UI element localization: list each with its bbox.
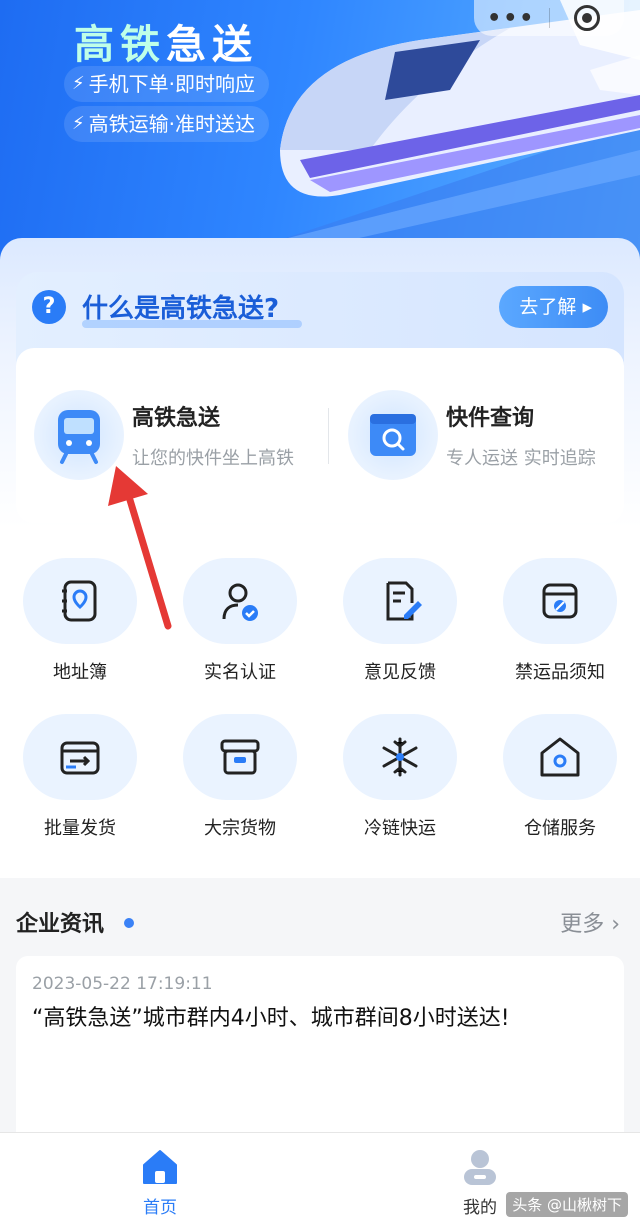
grid-label: 仓储服务 [524, 818, 596, 839]
batch-ship-icon [23, 714, 137, 800]
close-circle-icon [573, 5, 600, 31]
news-text: “高铁急送”城市群内4小时、城市群间8小时送达! [32, 1006, 510, 1031]
news-title: 企业资讯 [16, 912, 105, 937]
grid-item-warehouse[interactable]: 仓储服务 [495, 714, 625, 854]
news-time: 2023-05-22 17:19:11 [32, 974, 213, 994]
news-header: 企业资讯 更多 › [0, 880, 640, 950]
service-high-speed-rail-express[interactable]: 高铁急送 让您的快件坐上高铁 [16, 348, 316, 523]
hero-banner: 高铁急送 ⚡ 手机下单·即时响应 ⚡ 高铁运输·准时送达 ••• [0, 0, 640, 260]
grid-label: 冷链快运 [364, 818, 436, 839]
address-book-icon [23, 558, 137, 644]
grid-label: 批量发货 [44, 818, 116, 839]
home-icon [143, 1150, 177, 1184]
what-is-title: 什么是高铁急送? [82, 294, 280, 324]
package-search-icon [348, 390, 438, 480]
grid-label: 意见反馈 [364, 662, 436, 683]
train-icon [34, 390, 124, 480]
news-item[interactable]: 2023-05-22 17:19:11 “高铁急送”城市群内4小时、城市群间8小… [16, 956, 624, 1146]
grid-label: 实名认证 [204, 662, 276, 683]
learn-more-button[interactable]: 去了解 ▸ [499, 286, 608, 328]
grid-label: 禁运品须知 [515, 662, 605, 683]
grid-item-cold-chain[interactable]: 冷链快运 [335, 714, 465, 854]
dot-icon [124, 918, 134, 928]
service-subtitle: 专人运送 实时追踪 [446, 448, 596, 469]
grid-item-address-book[interactable]: 地址簿 [15, 558, 145, 698]
hero-title: 高铁急送 [74, 22, 258, 68]
service-card: 高铁急送 让您的快件坐上高铁 快件查询 专人运送 实时追踪 [16, 348, 624, 523]
warehouse-icon [503, 714, 617, 800]
tab-home[interactable]: 首页 [120, 1143, 200, 1223]
feedback-icon [343, 558, 457, 644]
hero-tag-transport: ⚡ 高铁运输·准时送达 [64, 106, 269, 142]
grid-label: 地址簿 [53, 662, 107, 683]
grid-item-prohibited-items[interactable]: 禁运品须知 [495, 558, 625, 698]
service-subtitle: 让您的快件坐上高铁 [132, 448, 294, 469]
close-mini-program-button[interactable] [550, 5, 625, 31]
hero-tag-order: ⚡ 手机下单·即时响应 [64, 66, 269, 102]
grid-item-bulk-cargo[interactable]: 大宗货物 [175, 714, 305, 854]
tab-home-label: 首页 [143, 1198, 177, 1218]
grid-item-real-name[interactable]: 实名认证 [175, 558, 305, 698]
grid-item-feedback[interactable]: 意见反馈 [335, 558, 465, 698]
bulk-cargo-icon [183, 714, 297, 800]
service-title: 快件查询 [446, 406, 535, 431]
lightning-icon: ⚡ [72, 73, 85, 94]
snowflake-icon [343, 714, 457, 800]
prohibited-box-icon [503, 558, 617, 644]
lightning-icon: ⚡ [72, 113, 85, 134]
main-panel: ? 什么是高铁急送? 去了解 ▸ 高铁急送 让您的快件坐上高铁 快件查询 专人运… [0, 238, 640, 878]
more-menu-button[interactable]: ••• [474, 6, 549, 31]
user-icon [464, 1150, 496, 1185]
question-icon: ? [32, 290, 66, 324]
news-more-link[interactable]: 更多 › [560, 906, 620, 938]
grid-label: 大宗货物 [204, 818, 276, 839]
service-title: 高铁急送 [132, 406, 221, 431]
verified-user-icon [183, 558, 297, 644]
mini-program-capsule: ••• [474, 0, 624, 36]
watermark: 头条 @山楸树下 [506, 1192, 628, 1217]
grid-item-batch-shipping[interactable]: 批量发货 [15, 714, 145, 854]
service-package-tracking[interactable]: 快件查询 专人运送 实时追踪 [332, 348, 632, 523]
